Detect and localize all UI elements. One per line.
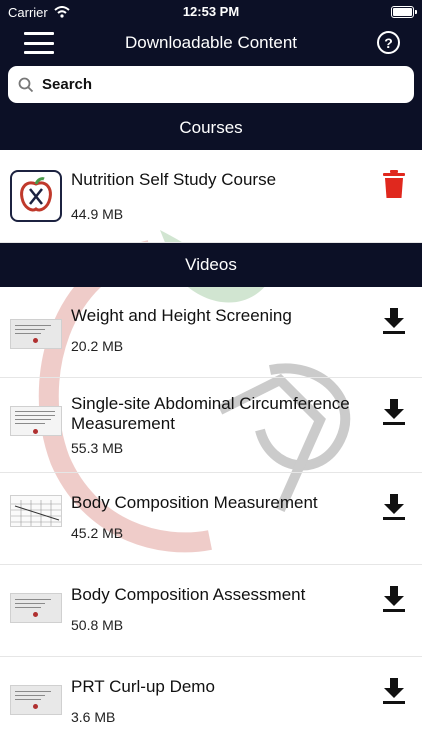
video-row[interactable]: PRT Curl-up Demo 3.6 MB xyxy=(0,657,422,749)
video-size: 20.2 MB xyxy=(71,338,124,354)
video-thumbnail xyxy=(10,406,62,436)
section-header-videos: Videos xyxy=(0,243,422,287)
video-row[interactable]: Body Composition Measurement 45.2 MB xyxy=(0,473,422,565)
video-size: 55.3 MB xyxy=(71,440,124,456)
download-icon[interactable] xyxy=(382,493,406,521)
download-icon[interactable] xyxy=(382,677,406,705)
course-title: Nutrition Self Study Course xyxy=(71,170,277,189)
search-input[interactable] xyxy=(42,76,362,93)
navigation-bar: Carrier 12:53 PM Downloadable Content ? xyxy=(0,0,422,106)
video-title: Single-site Abdominal Circumference Meas… xyxy=(71,394,350,433)
video-title: Weight and Height Screening xyxy=(71,306,292,325)
search-bar[interactable] xyxy=(8,66,414,103)
video-thumbnail xyxy=(10,319,62,349)
section-header-courses: Courses xyxy=(0,106,422,150)
nutrition-course-icon xyxy=(10,170,62,222)
video-row[interactable]: Body Composition Assessment 50.8 MB xyxy=(0,565,422,657)
video-thumbnail xyxy=(10,593,62,623)
video-title: Body Composition Assessment xyxy=(71,585,306,604)
video-title: PRT Curl-up Demo xyxy=(71,677,215,696)
video-size: 3.6 MB xyxy=(71,709,116,725)
download-icon[interactable] xyxy=(382,398,406,426)
help-icon[interactable]: ? xyxy=(377,31,400,54)
course-size: 44.9 MB xyxy=(71,206,124,222)
video-size: 45.2 MB xyxy=(71,525,124,541)
download-icon[interactable] xyxy=(382,585,406,613)
video-thumbnail xyxy=(10,685,62,715)
video-row[interactable]: Single-site Abdominal Circumference Meas… xyxy=(0,378,422,473)
video-title: Body Composition Measurement xyxy=(71,493,318,512)
course-row[interactable]: Nutrition Self Study Course 44.9 MB xyxy=(0,150,422,243)
battery-icon xyxy=(391,6,417,18)
search-icon xyxy=(18,77,34,92)
video-row[interactable]: Weight and Height Screening 20.2 MB xyxy=(0,287,422,378)
status-time: 12:53 PM xyxy=(182,4,240,19)
page-title: Downloadable Content xyxy=(124,33,297,52)
download-icon[interactable] xyxy=(382,307,406,335)
video-size: 50.8 MB xyxy=(71,617,124,633)
trash-icon[interactable] xyxy=(382,170,406,198)
status-bar: Carrier 12:53 PM xyxy=(0,0,422,24)
video-thumbnail xyxy=(10,495,62,527)
